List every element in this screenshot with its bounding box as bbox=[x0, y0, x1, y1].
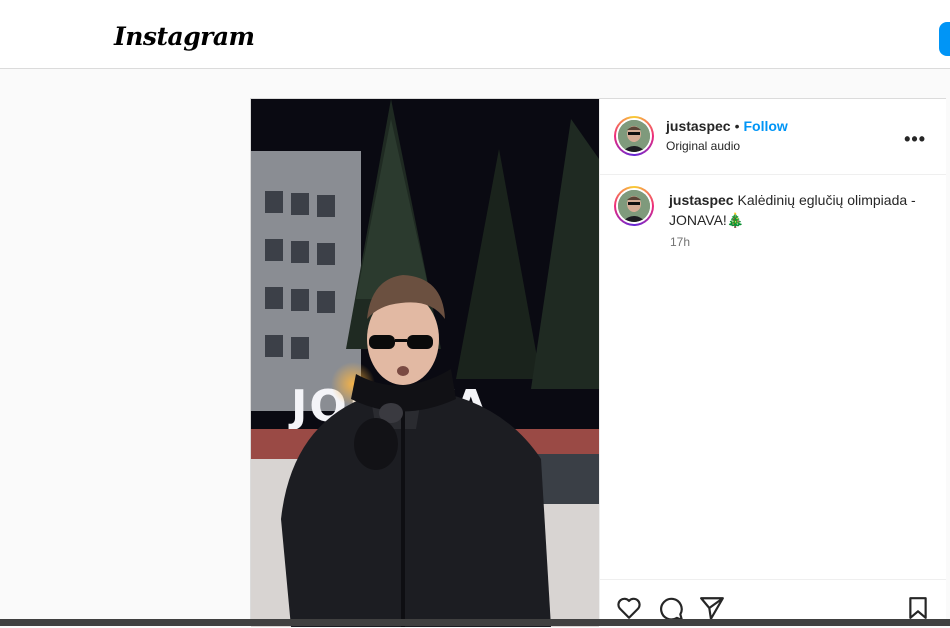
post-sidebar: justaspec • Follow Original audio ••• ju… bbox=[599, 99, 946, 625]
caption-body: justaspec Kalėdinių eglučių olimpiada - … bbox=[669, 190, 929, 230]
avatar-photo bbox=[618, 120, 650, 152]
author-avatar[interactable] bbox=[614, 116, 654, 156]
more-options-icon[interactable]: ••• bbox=[904, 129, 926, 150]
primary-action-button[interactable] bbox=[939, 22, 950, 56]
caption-avatar[interactable] bbox=[614, 186, 654, 226]
avatar-photo bbox=[618, 190, 650, 222]
taskbar-edge bbox=[0, 619, 950, 626]
separator-dot: • bbox=[734, 118, 740, 134]
video-frame: JONAVA bbox=[251, 99, 599, 627]
post-header: justaspec • Follow Original audio ••• bbox=[600, 99, 946, 175]
follow-button[interactable]: Follow bbox=[744, 118, 788, 134]
instagram-logo[interactable]: Instagram bbox=[114, 22, 255, 51]
author-username[interactable]: justaspec bbox=[666, 118, 731, 134]
post-dialog: JONAVA bbox=[250, 98, 946, 627]
audio-label[interactable]: Original audio bbox=[666, 139, 740, 153]
caption-username[interactable]: justaspec bbox=[669, 192, 734, 208]
post-timestamp[interactable]: 17h bbox=[670, 235, 690, 249]
top-navigation-bar: Instagram bbox=[0, 0, 950, 69]
post-video[interactable]: JONAVA bbox=[251, 99, 599, 627]
